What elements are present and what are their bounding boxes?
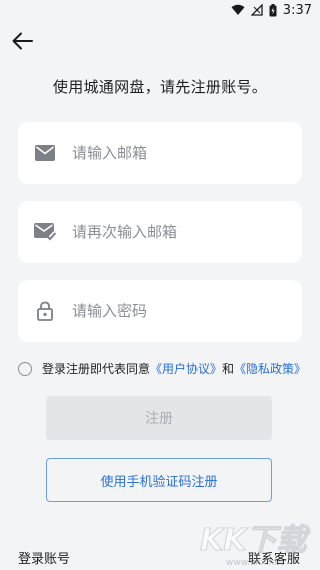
- mail-check-icon: [34, 221, 56, 243]
- back-button[interactable]: [8, 30, 36, 56]
- login-account-link[interactable]: 登录账号: [18, 548, 70, 567]
- wifi-icon: [231, 4, 245, 16]
- register-button[interactable]: 注册: [46, 396, 272, 440]
- user-agreement-link[interactable]: 《用户协议》: [150, 360, 222, 377]
- password-input[interactable]: [72, 302, 272, 320]
- kk-download-watermark: KK下载 www.kkx.net: [200, 523, 311, 569]
- watermark-url: www.kkx.net: [226, 558, 284, 568]
- agreement-prefix: 登录注册即代表同意: [42, 362, 151, 376]
- status-time: 3:37: [282, 2, 312, 18]
- battery-charging-icon: [269, 3, 277, 17]
- privacy-policy-link[interactable]: 《隐私政策》: [234, 360, 306, 377]
- email-field[interactable]: [18, 122, 302, 184]
- email-confirm-input[interactable]: [72, 223, 272, 241]
- watermark-brand: KK下载: [200, 523, 310, 558]
- email-input[interactable]: [72, 144, 272, 162]
- agreement-conjunction: 和: [222, 362, 235, 376]
- sms-register-button[interactable]: 使用手机验证码注册: [46, 458, 272, 502]
- page-headline: 使用城通网盘，请先注册账号。: [52, 78, 268, 96]
- agreement-radio[interactable]: [18, 361, 32, 376]
- email-confirm-field[interactable]: [18, 201, 302, 263]
- signal-icon: [250, 4, 263, 16]
- lock-icon: [34, 300, 56, 322]
- password-field[interactable]: [18, 280, 302, 342]
- status-bar: 3:37: [0, 0, 320, 20]
- arrow-left-icon: [11, 32, 33, 54]
- mail-icon: [34, 142, 56, 164]
- agreement-row: 登录注册即代表同意 《用户协议》 和 《隐私政策》: [18, 360, 318, 377]
